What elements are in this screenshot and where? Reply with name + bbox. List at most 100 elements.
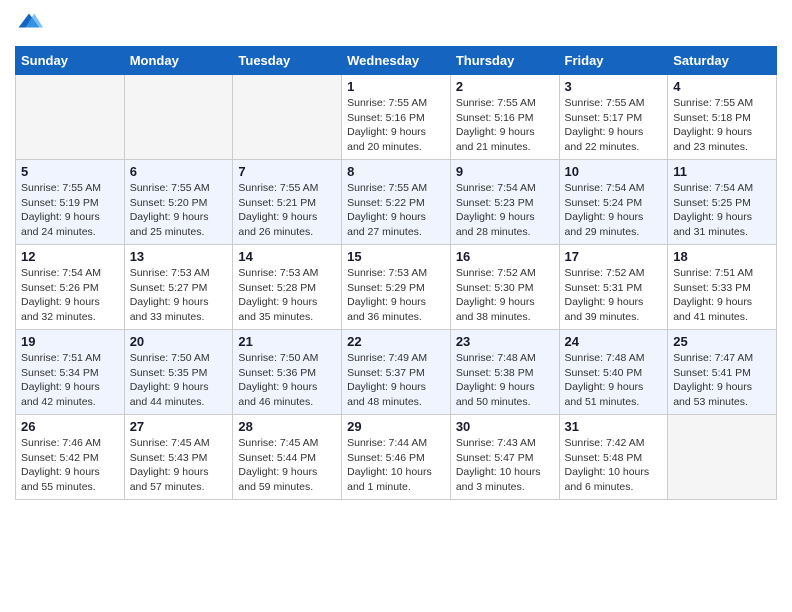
calendar-day-cell: 30 Sunrise: 7:43 AMSunset: 5:47 PMDayligh… <box>450 415 559 500</box>
day-number: 26 <box>21 419 119 434</box>
day-number: 31 <box>565 419 663 434</box>
weekday-header: Friday <box>559 47 668 75</box>
day-info: Sunrise: 7:45 AMSunset: 5:43 PMDaylight:… <box>130 436 228 495</box>
calendar-day-cell: 29 Sunrise: 7:44 AMSunset: 5:46 PMDayligh… <box>342 415 451 500</box>
calendar-day-cell: 16 Sunrise: 7:52 AMSunset: 5:30 PMDayligh… <box>450 245 559 330</box>
day-info: Sunrise: 7:51 AMSunset: 5:34 PMDaylight:… <box>21 351 119 410</box>
day-info: Sunrise: 7:54 AMSunset: 5:23 PMDaylight:… <box>456 181 554 240</box>
day-number: 24 <box>565 334 663 349</box>
calendar-week-row: 12 Sunrise: 7:54 AMSunset: 5:26 PMDayligh… <box>16 245 777 330</box>
calendar-day-cell: 12 Sunrise: 7:54 AMSunset: 5:26 PMDayligh… <box>16 245 125 330</box>
day-number: 16 <box>456 249 554 264</box>
calendar-table: SundayMondayTuesdayWednesdayThursdayFrid… <box>15 46 777 500</box>
calendar-day-cell: 23 Sunrise: 7:48 AMSunset: 5:38 PMDayligh… <box>450 330 559 415</box>
calendar-day-cell <box>668 415 777 500</box>
calendar-day-cell: 2Sunrise: 7:55 AMSunset: 5:16 PMDaylight… <box>450 75 559 160</box>
day-info: Sunrise: 7:54 AMSunset: 5:24 PMDaylight:… <box>565 181 663 240</box>
day-number: 22 <box>347 334 445 349</box>
day-info: Sunrise: 7:54 AMSunset: 5:25 PMDaylight:… <box>673 181 771 240</box>
day-info: Sunrise: 7:55 AMSunset: 5:16 PMDaylight:… <box>347 96 445 155</box>
calendar-day-cell: 6 Sunrise: 7:55 AMSunset: 5:20 PMDaylight… <box>124 160 233 245</box>
weekday-header: Thursday <box>450 47 559 75</box>
calendar-day-cell: 28 Sunrise: 7:45 AMSunset: 5:44 PMDayligh… <box>233 415 342 500</box>
calendar-day-cell <box>16 75 125 160</box>
day-info: Sunrise: 7:46 AMSunset: 5:42 PMDaylight:… <box>21 436 119 495</box>
day-info: Sunrise: 7:55 AMSunset: 5:21 PMDaylight:… <box>238 181 336 240</box>
weekday-header: Wednesday <box>342 47 451 75</box>
day-info: Sunrise: 7:55 AMSunset: 5:16 PMDaylight:… <box>456 96 554 155</box>
calendar-day-cell: 31 Sunrise: 7:42 AMSunset: 5:48 PMDayligh… <box>559 415 668 500</box>
page-header <box>15 10 777 38</box>
day-info: Sunrise: 7:42 AMSunset: 5:48 PMDaylight:… <box>565 436 663 495</box>
day-number: 11 <box>673 164 771 179</box>
day-number: 8 <box>347 164 445 179</box>
day-info: Sunrise: 7:55 AMSunset: 5:17 PMDaylight:… <box>565 96 663 155</box>
day-number: 12 <box>21 249 119 264</box>
day-number: 6 <box>130 164 228 179</box>
day-number: 29 <box>347 419 445 434</box>
calendar-day-cell: 8 Sunrise: 7:55 AMSunset: 5:22 PMDaylight… <box>342 160 451 245</box>
calendar-day-cell: 21 Sunrise: 7:50 AMSunset: 5:36 PMDayligh… <box>233 330 342 415</box>
day-info: Sunrise: 7:52 AMSunset: 5:30 PMDaylight:… <box>456 266 554 325</box>
day-info: Sunrise: 7:48 AMSunset: 5:40 PMDaylight:… <box>565 351 663 410</box>
day-info: Sunrise: 7:49 AMSunset: 5:37 PMDaylight:… <box>347 351 445 410</box>
day-number: 19 <box>21 334 119 349</box>
calendar-day-cell: 9 Sunrise: 7:54 AMSunset: 5:23 PMDaylight… <box>450 160 559 245</box>
day-info: Sunrise: 7:51 AMSunset: 5:33 PMDaylight:… <box>673 266 771 325</box>
day-number: 17 <box>565 249 663 264</box>
day-info: Sunrise: 7:47 AMSunset: 5:41 PMDaylight:… <box>673 351 771 410</box>
day-info: Sunrise: 7:50 AMSunset: 5:36 PMDaylight:… <box>238 351 336 410</box>
day-info: Sunrise: 7:52 AMSunset: 5:31 PMDaylight:… <box>565 266 663 325</box>
weekday-header: Saturday <box>668 47 777 75</box>
day-number: 28 <box>238 419 336 434</box>
weekday-header: Sunday <box>16 47 125 75</box>
day-info: Sunrise: 7:55 AMSunset: 5:20 PMDaylight:… <box>130 181 228 240</box>
day-number: 25 <box>673 334 771 349</box>
day-number: 15 <box>347 249 445 264</box>
calendar-day-cell: 20 Sunrise: 7:50 AMSunset: 5:35 PMDayligh… <box>124 330 233 415</box>
calendar-day-cell: 22 Sunrise: 7:49 AMSunset: 5:37 PMDayligh… <box>342 330 451 415</box>
calendar-day-cell: 7Sunrise: 7:55 AMSunset: 5:21 PMDaylight… <box>233 160 342 245</box>
calendar-day-cell: 27 Sunrise: 7:45 AMSunset: 5:43 PMDayligh… <box>124 415 233 500</box>
calendar-day-cell: 18 Sunrise: 7:51 AMSunset: 5:33 PMDayligh… <box>668 245 777 330</box>
calendar-day-cell <box>233 75 342 160</box>
day-number: 10 <box>565 164 663 179</box>
calendar-day-cell: 19 Sunrise: 7:51 AMSunset: 5:34 PMDayligh… <box>16 330 125 415</box>
day-info: Sunrise: 7:53 AMSunset: 5:28 PMDaylight:… <box>238 266 336 325</box>
calendar-day-cell: 14Sunrise: 7:53 AMSunset: 5:28 PMDayligh… <box>233 245 342 330</box>
day-info: Sunrise: 7:48 AMSunset: 5:38 PMDaylight:… <box>456 351 554 410</box>
calendar-week-row: 19 Sunrise: 7:51 AMSunset: 5:34 PMDayligh… <box>16 330 777 415</box>
day-number: 21 <box>238 334 336 349</box>
calendar-day-cell <box>124 75 233 160</box>
calendar-header-row: SundayMondayTuesdayWednesdayThursdayFrid… <box>16 47 777 75</box>
day-number: 30 <box>456 419 554 434</box>
day-info: Sunrise: 7:45 AMSunset: 5:44 PMDaylight:… <box>238 436 336 495</box>
calendar-day-cell: 26 Sunrise: 7:46 AMSunset: 5:42 PMDayligh… <box>16 415 125 500</box>
day-number: 23 <box>456 334 554 349</box>
day-number: 4 <box>673 79 771 94</box>
calendar-day-cell: 13Sunrise: 7:53 AMSunset: 5:27 PMDayligh… <box>124 245 233 330</box>
calendar-day-cell: 5Sunrise: 7:55 AMSunset: 5:19 PMDaylight… <box>16 160 125 245</box>
calendar-day-cell: 24 Sunrise: 7:48 AMSunset: 5:40 PMDayligh… <box>559 330 668 415</box>
day-info: Sunrise: 7:50 AMSunset: 5:35 PMDaylight:… <box>130 351 228 410</box>
day-info: Sunrise: 7:54 AMSunset: 5:26 PMDaylight:… <box>21 266 119 325</box>
calendar-week-row: 26 Sunrise: 7:46 AMSunset: 5:42 PMDayligh… <box>16 415 777 500</box>
day-info: Sunrise: 7:43 AMSunset: 5:47 PMDaylight:… <box>456 436 554 495</box>
calendar-day-cell: 11 Sunrise: 7:54 AMSunset: 5:25 PMDayligh… <box>668 160 777 245</box>
day-info: Sunrise: 7:55 AMSunset: 5:18 PMDaylight:… <box>673 96 771 155</box>
calendar-day-cell: 4 Sunrise: 7:55 AMSunset: 5:18 PMDaylight… <box>668 75 777 160</box>
day-number: 9 <box>456 164 554 179</box>
day-info: Sunrise: 7:44 AMSunset: 5:46 PMDaylight:… <box>347 436 445 495</box>
calendar-day-cell: 15Sunrise: 7:53 AMSunset: 5:29 PMDayligh… <box>342 245 451 330</box>
day-number: 27 <box>130 419 228 434</box>
calendar-day-cell: 17 Sunrise: 7:52 AMSunset: 5:31 PMDayligh… <box>559 245 668 330</box>
calendar-day-cell: 3 Sunrise: 7:55 AMSunset: 5:17 PMDaylight… <box>559 75 668 160</box>
day-number: 18 <box>673 249 771 264</box>
day-info: Sunrise: 7:55 AMSunset: 5:22 PMDaylight:… <box>347 181 445 240</box>
day-number: 20 <box>130 334 228 349</box>
calendar-week-row: 1 Sunrise: 7:55 AMSunset: 5:16 PMDaylight… <box>16 75 777 160</box>
day-info: Sunrise: 7:55 AMSunset: 5:19 PMDaylight:… <box>21 181 119 240</box>
logo-icon <box>15 10 43 38</box>
day-number: 1 <box>347 79 445 94</box>
day-number: 3 <box>565 79 663 94</box>
